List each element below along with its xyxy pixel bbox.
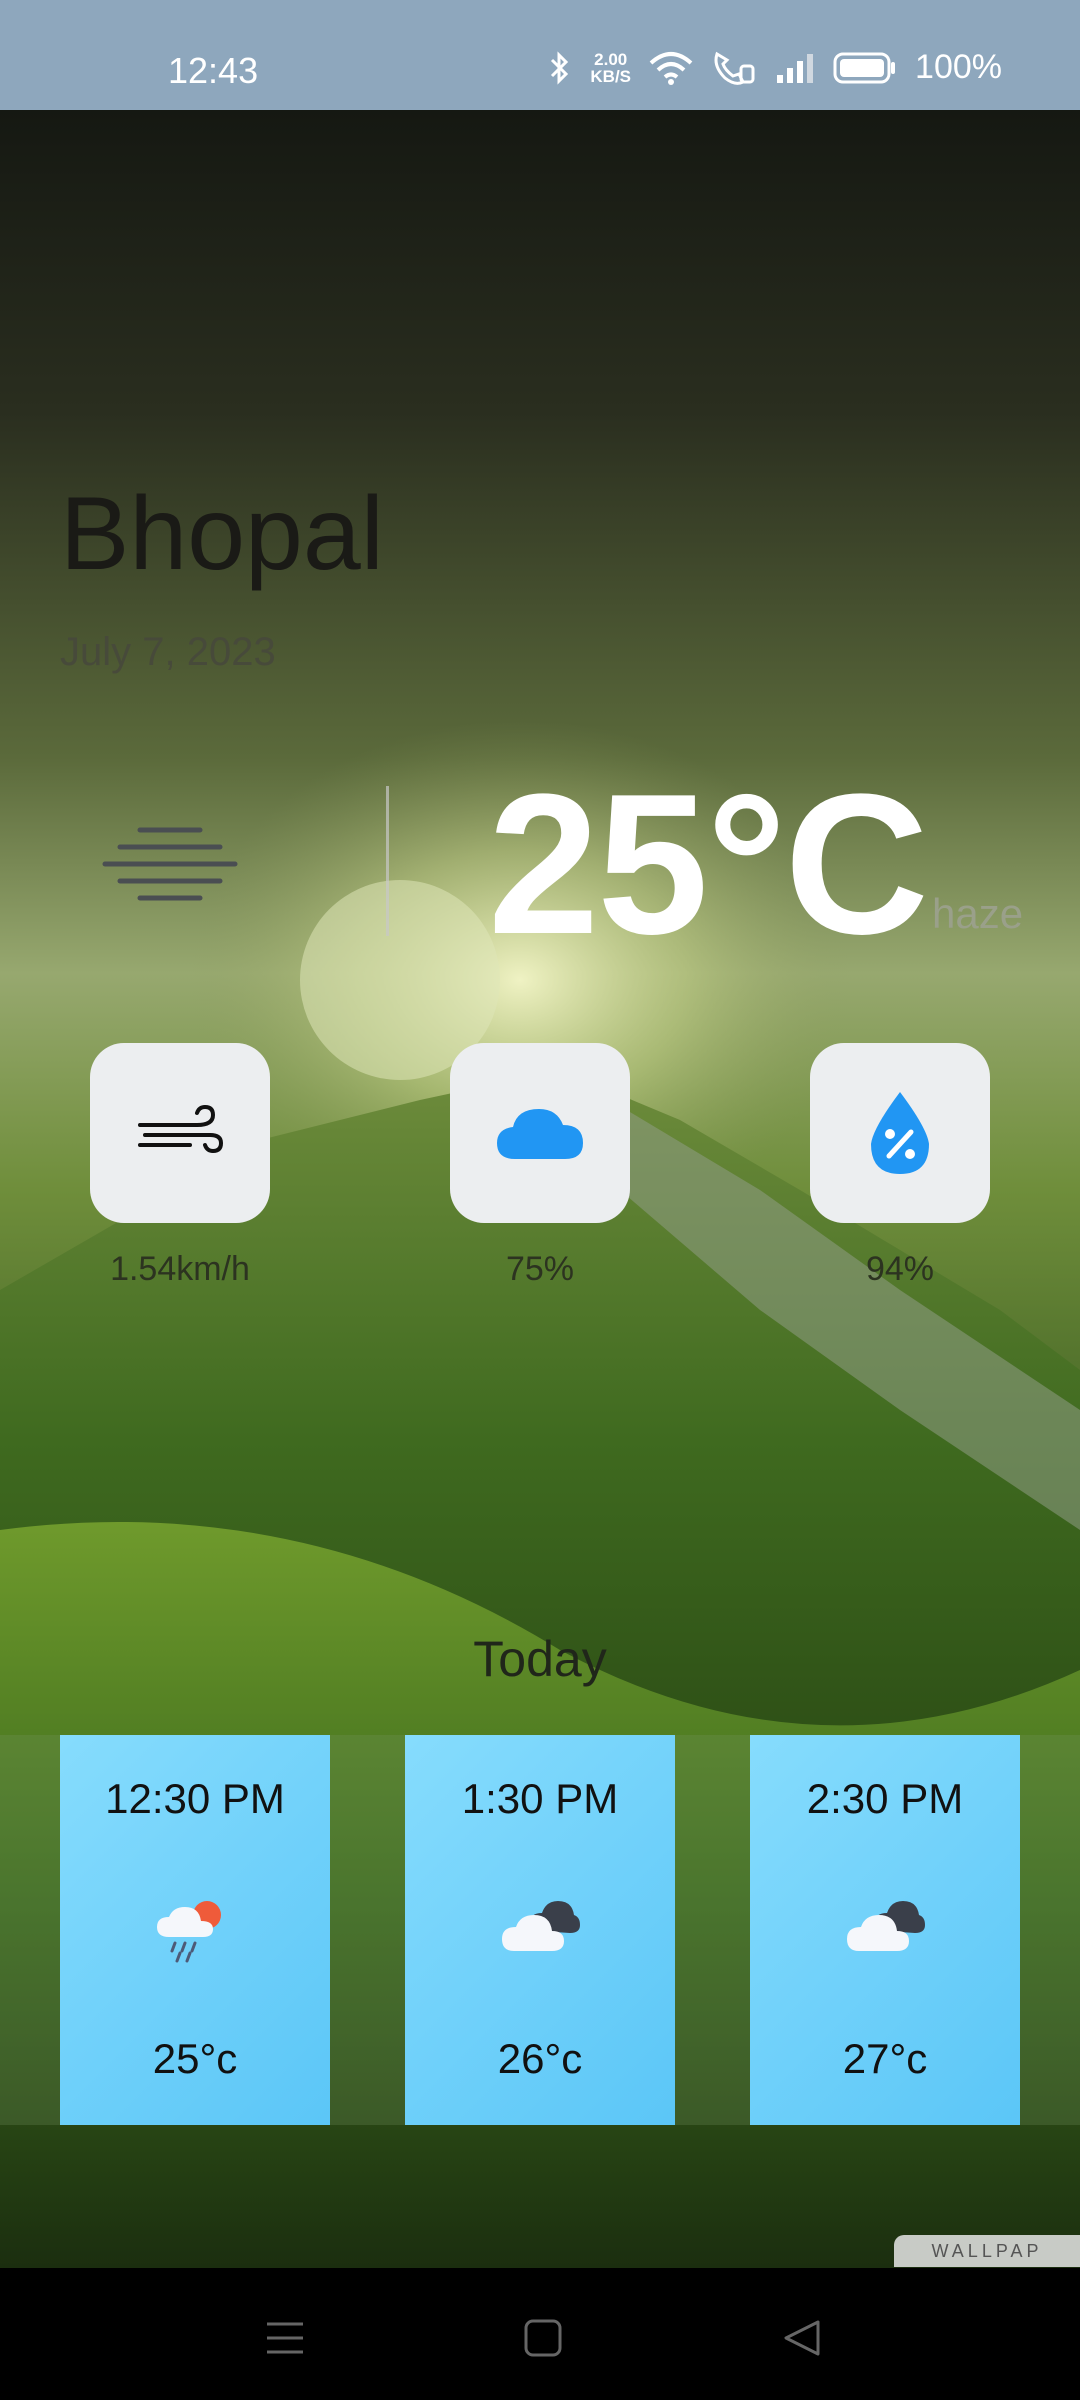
home-button[interactable] [513, 2308, 573, 2368]
humidity-value: 94% [865, 1250, 935, 1288]
battery-icon [833, 52, 896, 83]
navigation-bar [0, 2268, 1080, 2400]
city-name: Bhopal [60, 476, 384, 592]
signal-icon [777, 53, 814, 83]
cloud-icon [497, 1109, 583, 1159]
wind-value: 1.54km/h [110, 1250, 250, 1288]
back-button[interactable] [772, 2308, 832, 2368]
net-speed: 2.00 KB/S [590, 51, 631, 85]
hour-time: 12:30 PM [105, 1775, 285, 1822]
current-condition: haze [932, 890, 1024, 937]
today-title: Today [473, 1631, 607, 1687]
current-temperature: 25°C [488, 753, 929, 976]
bluetooth-icon [551, 50, 569, 85]
cloudy-icon [502, 1901, 580, 1951]
battery-percent: 100% [915, 48, 1002, 86]
hour-time: 2:30 PM [806, 1775, 964, 1822]
menu-button[interactable] [255, 2308, 315, 2368]
humidity-tile[interactable] [810, 1043, 990, 1223]
date-label: July 7, 2023 [60, 630, 276, 674]
hour-card[interactable]: 1:30 PM 26°c [405, 1735, 675, 2125]
wifi-calling-icon [714, 51, 755, 85]
divider [386, 786, 389, 936]
cloud-tile[interactable] [450, 1043, 630, 1223]
hour-card[interactable]: 12:30 PM 25°c [60, 1735, 330, 2125]
wifi-icon [649, 51, 693, 85]
wind-tile[interactable] [90, 1043, 270, 1223]
hour-temp: 25°c [152, 2035, 238, 2082]
net-speed-value: 2.00 [594, 49, 628, 69]
status-time: 12:43 [168, 50, 259, 91]
menu-icon [267, 2322, 303, 2354]
humidity-icon [871, 1092, 929, 1174]
hour-temp: 27°c [842, 2035, 928, 2082]
cloudy-icon [847, 1901, 925, 1951]
status-bar: 12:43 2.00 KB/S 100% [0, 0, 1080, 110]
back-icon [784, 2320, 820, 2356]
hour-time: 1:30 PM [461, 1775, 619, 1822]
haze-icon [102, 827, 238, 901]
net-speed-unit: KB/S [590, 66, 632, 86]
home-icon [524, 2319, 562, 2357]
wind-icon [138, 1104, 224, 1154]
wallpaper-watermark: WALLPAP [894, 2235, 1080, 2267]
hour-card[interactable]: 2:30 PM 27°c [750, 1735, 1020, 2125]
cloud-value: 75% [505, 1250, 575, 1288]
rain-sun-icon [157, 1901, 221, 1963]
hour-temp: 26°c [497, 2035, 583, 2082]
status-icons: 2.00 KB/S 100% [548, 48, 1002, 87]
